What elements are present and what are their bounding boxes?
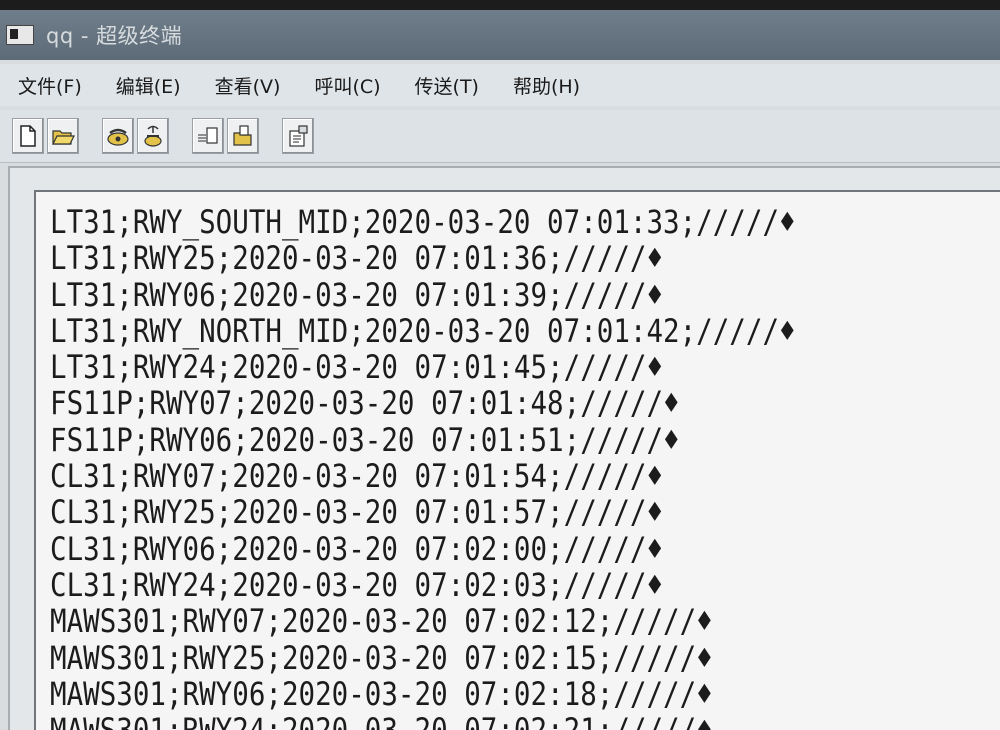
open-folder-icon (51, 125, 75, 147)
receive-button[interactable] (227, 118, 259, 154)
send-file-icon (196, 125, 220, 147)
transfer-button-group (192, 118, 262, 154)
properties-button-group (282, 118, 317, 154)
menu-bar: 文件(F) 编辑(E) 查看(V) 呼叫(C) 传送(T) 帮助(H) (0, 64, 1000, 106)
disconnect-button[interactable] (137, 118, 169, 154)
terminal-line: LT31;RWY_SOUTH_MID;2020-03-20 07:01:33;… (50, 204, 796, 240)
terminal-app-icon[interactable] (6, 25, 34, 45)
menu-edit[interactable]: 编辑(E) (114, 70, 183, 101)
terminal-line: MAWS301;RWY07;2020-03-20 07:02:12;/////… (50, 603, 796, 639)
terminal-line: CL31;RWY06;2020-03-20 07:02:00;/////♦ (50, 531, 796, 567)
window-title: qq - 超级终端 (46, 20, 182, 50)
terminal-client-area: LT31;RWY_SOUTH_MID;2020-03-20 07:01:33;… (8, 166, 1000, 730)
screen-top-edge (0, 0, 1000, 10)
terminal-line: LT31;RWY25;2020-03-20 07:01:36;/////♦ (50, 240, 796, 276)
terminal-line: CL31;RWY07;2020-03-20 07:01:54;/////♦ (50, 458, 796, 494)
terminal-line: MAWS301;RWY06;2020-03-20 07:02:18;/////… (50, 676, 796, 712)
call-button-group (102, 118, 172, 154)
terminal-screen[interactable]: LT31;RWY_SOUTH_MID;2020-03-20 07:01:33;… (34, 190, 1000, 730)
terminal-line: CL31;RWY25;2020-03-20 07:01:57;/////♦ (50, 494, 796, 530)
properties-icon (286, 124, 310, 148)
properties-button[interactable] (282, 118, 314, 154)
terminal-line: MAWS301;RWY25;2020-03-20 07:02:15;/////… (50, 640, 796, 676)
terminal-line: FS11P;RWY06;2020-03-20 07:01:51;/////♦ (50, 422, 796, 458)
terminal-line: CL31;RWY24;2020-03-20 07:02:03;/////♦ (50, 567, 796, 603)
file-button-group (12, 118, 82, 154)
disconnect-icon (142, 123, 164, 149)
hyperterminal-window: qq - 超级终端 文件(F) 编辑(E) 查看(V) 呼叫(C) 传送(T) … (0, 0, 1000, 730)
open-button[interactable] (47, 118, 79, 154)
menu-call[interactable]: 呼叫(C) (312, 70, 382, 101)
terminal-line: MAWS301;RWY24;2020-03-20 07:02:21;/////… (50, 712, 796, 730)
terminal-output: LT31;RWY_SOUTH_MID;2020-03-20 07:01:33;… (50, 204, 917, 730)
receive-file-icon (231, 124, 255, 148)
terminal-line: LT31;RWY24;2020-03-20 07:01:45;/////♦ (50, 349, 796, 385)
menu-file[interactable]: 文件(F) (16, 70, 84, 101)
terminal-line: FS11P;RWY07;2020-03-20 07:01:48;/////♦ (50, 385, 796, 421)
menu-transfer[interactable]: 传送(T) (413, 70, 481, 101)
menu-help[interactable]: 帮助(H) (511, 70, 582, 101)
menu-view[interactable]: 查看(V) (213, 70, 283, 101)
terminal-line: LT31;RWY_NORTH_MID;2020-03-20 07:01:42;… (50, 313, 796, 349)
call-button[interactable] (102, 118, 134, 154)
send-button[interactable] (192, 118, 224, 154)
terminal-line: LT31;RWY06;2020-03-20 07:01:39;/////♦ (50, 277, 796, 313)
new-document-icon (18, 124, 38, 148)
title-bar[interactable]: qq - 超级终端 (0, 10, 1000, 60)
toolbar (0, 110, 1000, 163)
call-icon (106, 125, 130, 147)
new-connection-button[interactable] (12, 118, 44, 154)
